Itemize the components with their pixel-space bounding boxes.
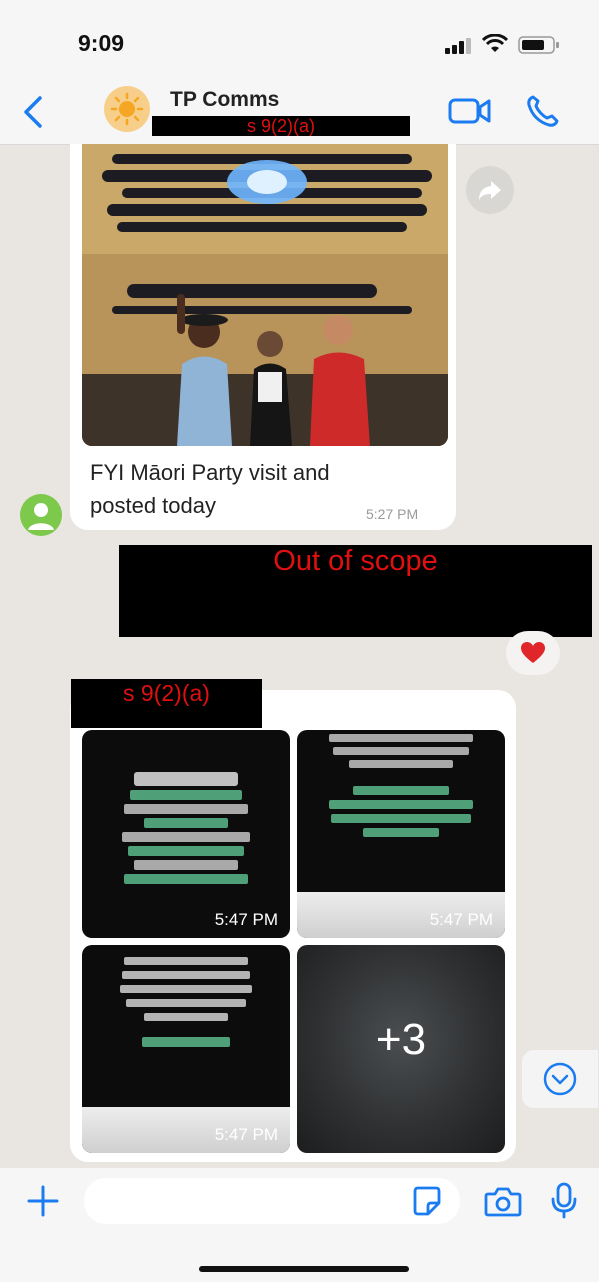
camera-icon[interactable] [484,1186,522,1218]
heart-icon [521,642,545,663]
cellular-signal-icon [445,38,471,54]
redacted-message: Out of scope [119,545,592,637]
photo-timestamp: 5:47 PM [429,910,493,929]
voice-call-icon[interactable] [525,94,561,128]
video-call-icon[interactable] [448,96,492,126]
redaction-box: s 9(2)(a) [71,679,262,728]
forward-button[interactable] [466,166,514,214]
wifi-icon [482,34,508,52]
album-photo[interactable]: ​ 5:47 PM [82,730,290,938]
post-image-text [309,734,493,842]
microphone-icon[interactable] [550,1182,578,1220]
plus-icon[interactable] [26,1184,60,1218]
person-icon [28,503,54,530]
album-photo[interactable]: 5:47 PM [297,730,505,938]
message-caption: FYI Māori Party visit and posted today [90,460,330,518]
sender-avatar[interactable] [20,494,62,536]
message-timestamp: 5:27 PM [366,506,419,522]
reaction-badge[interactable] [506,631,560,675]
battery-icon [518,36,559,54]
contact-name[interactable]: TP Comms [170,88,279,112]
album-photo[interactable]: 5:47 PM [82,945,290,1153]
post-image-text [94,957,278,1053]
more-photos-count: +3 [375,1015,427,1064]
contact-avatar[interactable] [104,86,150,132]
message-photo[interactable] [82,144,448,446]
sticker-icon[interactable] [412,1185,442,1217]
photo-timestamp: 5:47 PM [214,1125,278,1144]
group-photo-image [82,144,448,446]
chevron-down-icon [543,1062,577,1096]
album-more-photos[interactable]: +3 [297,945,505,1153]
home-indicator [199,1266,409,1272]
message-input[interactable] [84,1178,460,1224]
status-time: 9:09 [78,30,125,56]
back-chevron-icon[interactable] [22,95,44,129]
redaction-box: s 9(2)(a) [152,116,410,136]
post-image-text: ​ [94,758,278,888]
photo-timestamp: 5:47 PM [214,910,278,929]
sun-icon [110,92,144,126]
forward-icon [479,181,501,200]
scroll-to-bottom-button[interactable] [522,1050,598,1108]
